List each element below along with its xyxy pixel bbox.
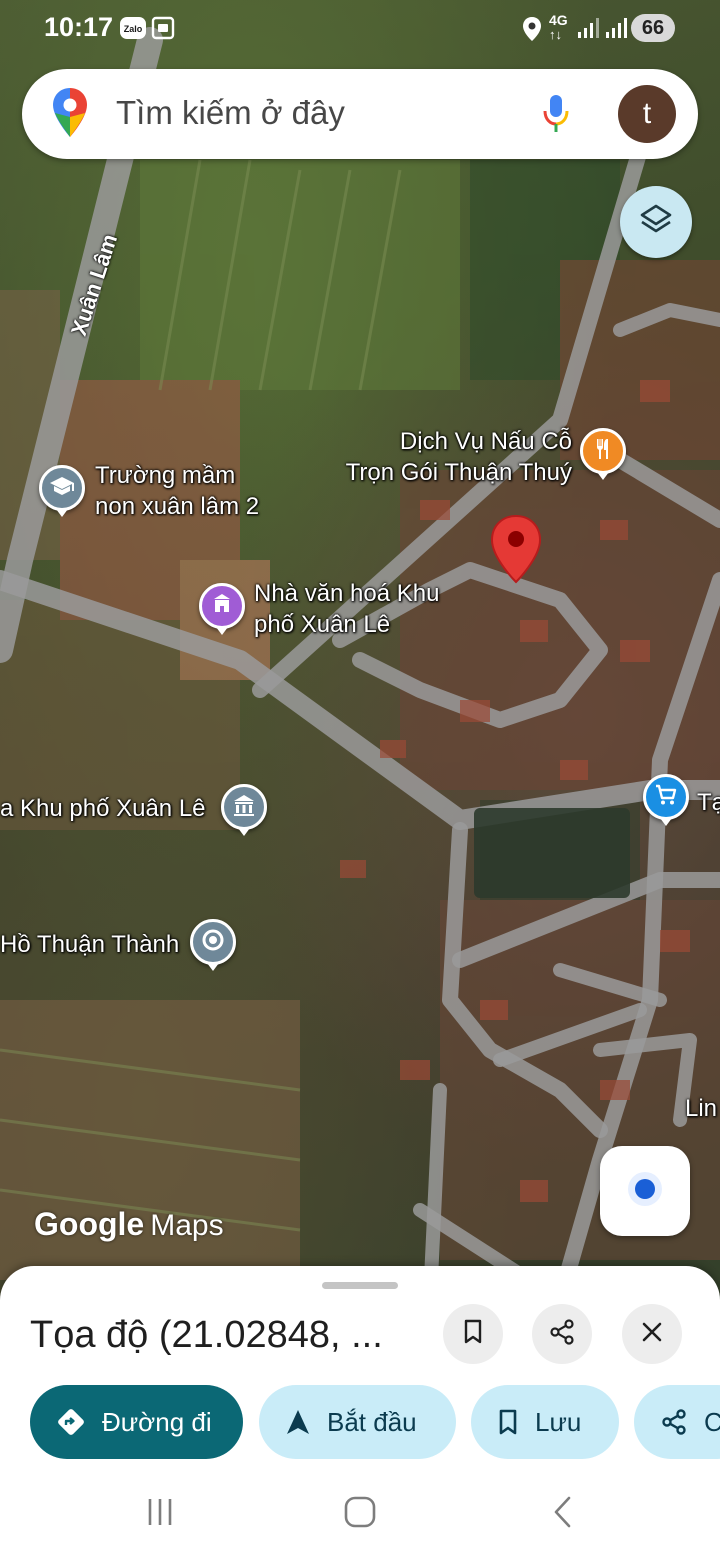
back-icon (551, 1495, 573, 1534)
home-button[interactable] (340, 1492, 380, 1536)
dropped-pin-marker[interactable] (490, 514, 542, 584)
signal-icon (576, 17, 600, 44)
poi-pin-restaurant[interactable] (580, 428, 626, 480)
share-place-button[interactable] (532, 1304, 592, 1364)
recent-apps-icon (145, 1497, 175, 1532)
poi-label-temple[interactable]: a Khu phố Xuân Lê (0, 793, 206, 824)
search-bar[interactable]: Tìm kiếm ở đây t (22, 69, 698, 159)
share-icon (660, 1408, 688, 1436)
google-maps-watermark: Google Maps (34, 1206, 224, 1242)
signal-icon-2 (604, 17, 628, 44)
poi-label-culture-center[interactable]: Nhà văn hoá Khu phố Xuân Lê (254, 578, 439, 640)
satellite-imagery (0, 27, 720, 1300)
close-sheet-button[interactable] (622, 1304, 682, 1364)
restaurant-icon (591, 437, 615, 466)
poi-label-shop[interactable]: Tạ (697, 787, 720, 818)
directions-button[interactable]: Đường đi (30, 1385, 243, 1459)
my-location-button[interactable] (600, 1146, 690, 1236)
screenshot-icon (150, 15, 176, 46)
save-place-button[interactable] (443, 1304, 503, 1364)
status-time: 10:17 (44, 12, 114, 42)
directions-icon (56, 1407, 86, 1437)
sheet-drag-handle[interactable] (322, 1282, 398, 1289)
svg-text:Zalo: Zalo (124, 24, 143, 34)
culture-center-icon (210, 592, 234, 621)
poi-label-lake[interactable]: Hồ Thuận Thành (0, 929, 179, 960)
school-icon (49, 475, 75, 502)
close-icon (641, 1321, 663, 1348)
bookmark-icon (462, 1319, 484, 1350)
poi-pin-culture-center[interactable] (199, 583, 245, 635)
layers-icon (638, 202, 674, 243)
home-icon (343, 1495, 377, 1534)
start-navigation-button[interactable]: Bắt đầu (259, 1385, 456, 1459)
bookmark-icon (497, 1408, 519, 1436)
poi-pin-shop[interactable] (643, 774, 689, 826)
search-input[interactable]: Tìm kiếm ở đây (116, 94, 345, 132)
poi-label-school[interactable]: Trường mầm non xuân lâm 2 (95, 460, 259, 522)
location-status-icon (521, 16, 543, 47)
share-chip-button[interactable]: C (634, 1385, 720, 1459)
battery-indicator: 66 (631, 14, 675, 42)
network-4g-icon: 4G ↑↓ (549, 12, 568, 42)
poi-label-restaurant[interactable]: Dịch Vụ Nấu Cỗ Trọn Gói Thuận Thuý (330, 426, 572, 488)
map-view[interactable]: Xuân Lâm Dịch Vụ Nấu Cỗ Trọn Gói Thuận T… (0, 0, 720, 1300)
back-button[interactable] (542, 1492, 582, 1536)
save-chip-button[interactable]: Lưu (471, 1385, 619, 1459)
my-location-icon (625, 1169, 665, 1214)
zalo-icon: Zalo (119, 16, 147, 45)
poi-pin-lake[interactable] (190, 919, 236, 971)
location-pin-icon (490, 514, 542, 584)
location-dot-icon (202, 929, 224, 956)
poi-label-lin[interactable]: Lin (685, 1093, 717, 1124)
shopping-cart-icon (654, 783, 678, 812)
system-navigation-bar (0, 1470, 720, 1560)
account-avatar[interactable]: t (618, 85, 676, 143)
status-bar: 10:17 Zalo 4G ↑↓ 66 (0, 0, 720, 56)
map-layers-button[interactable] (620, 186, 692, 258)
temple-icon (231, 793, 257, 822)
microphone-icon[interactable] (541, 93, 571, 140)
google-maps-pin-icon (52, 87, 88, 144)
navigation-arrow-icon (285, 1408, 311, 1436)
poi-pin-school[interactable] (39, 465, 85, 517)
share-icon (548, 1318, 576, 1351)
poi-pin-temple[interactable] (221, 784, 267, 836)
recent-apps-button[interactable] (140, 1492, 180, 1536)
place-title: Tọa độ (21.02848, ... (30, 1314, 383, 1356)
